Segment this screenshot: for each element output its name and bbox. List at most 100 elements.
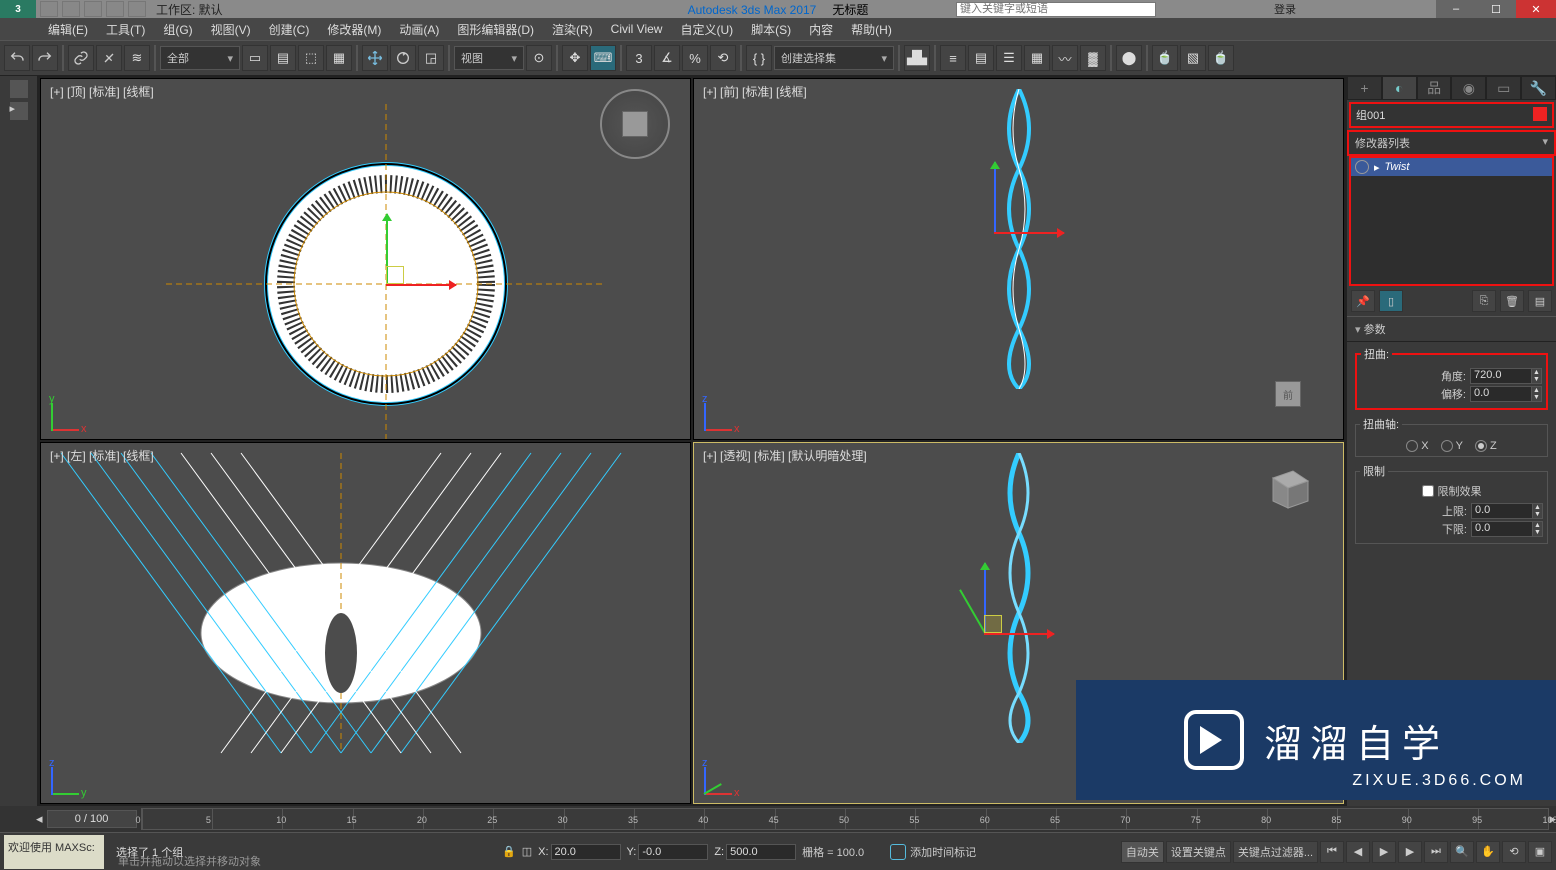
- menu-civilview[interactable]: Civil View: [603, 20, 671, 38]
- named-selection-dropdown[interactable]: 创建选择集: [774, 46, 894, 70]
- viewport-top[interactable]: [+] [顶] [标准] [线框] x y: [40, 78, 691, 440]
- viewport-left[interactable]: [+] [左] [标准] [线框]: [40, 442, 691, 804]
- selection-filter-dropdown[interactable]: 全部: [160, 46, 240, 70]
- move-button[interactable]: [362, 45, 388, 71]
- modifier-stack[interactable]: ▸ Twist: [1349, 156, 1554, 286]
- gizmo-plane[interactable]: [984, 615, 1002, 633]
- nav-orbit-button[interactable]: ⟲: [1502, 841, 1526, 863]
- key-filters-button[interactable]: 关键点过滤器...: [1233, 841, 1318, 863]
- auto-key-button[interactable]: 自动关: [1121, 841, 1164, 863]
- qa-new[interactable]: [40, 1, 58, 17]
- cp-tab-hierarchy[interactable]: 品: [1417, 76, 1452, 100]
- angle-spinner[interactable]: 720.0▲▼: [1470, 368, 1542, 384]
- ribbon-toggle-button[interactable]: ▦: [1024, 45, 1050, 71]
- viewport-front[interactable]: [+] [前] [标准] [线框] 前 x z: [693, 78, 1344, 440]
- maxscript-listener[interactable]: 欢迎使用 MAXSc:: [4, 835, 104, 869]
- select-by-name-button[interactable]: ▤: [270, 45, 296, 71]
- snap-toggle-button[interactable]: 3: [626, 45, 652, 71]
- axis-z-radio[interactable]: Z: [1475, 440, 1497, 452]
- redo-button[interactable]: [32, 45, 58, 71]
- expand-icon[interactable]: ▸: [1374, 161, 1380, 174]
- render-setup-button[interactable]: 🍵: [1152, 45, 1178, 71]
- gizmo-x-icon[interactable]: [984, 633, 1054, 635]
- rotate-button[interactable]: [390, 45, 416, 71]
- undo-button[interactable]: [4, 45, 30, 71]
- time-tag-icon[interactable]: [890, 844, 906, 860]
- nav-pan-button[interactable]: ✋: [1476, 841, 1500, 863]
- nav-maximize-button[interactable]: ▣: [1528, 841, 1552, 863]
- qa-redo[interactable]: [128, 1, 146, 17]
- spinner-snap-button[interactable]: ⟲: [710, 45, 736, 71]
- mirror-button[interactable]: ▟▙: [904, 45, 930, 71]
- goto-end-button[interactable]: ⏭: [1424, 841, 1448, 863]
- menu-customize[interactable]: 自定义(U): [672, 19, 741, 40]
- gizmo-x-icon[interactable]: [386, 284, 456, 286]
- pin-stack-button[interactable]: 📌: [1351, 290, 1375, 312]
- window-close[interactable]: ✕: [1516, 0, 1556, 18]
- login-link[interactable]: 登录: [1274, 1, 1296, 17]
- render-frame-window-button[interactable]: ▧: [1180, 45, 1206, 71]
- make-unique-button[interactable]: ⎘: [1472, 290, 1496, 312]
- viewcube-front[interactable]: 前: [1253, 359, 1323, 429]
- window-maximize[interactable]: ☐: [1476, 0, 1516, 18]
- coord-z-input[interactable]: 500.0: [726, 844, 796, 860]
- gizmo-y-icon[interactable]: [959, 589, 986, 633]
- scene-explorer-button[interactable]: ☰: [996, 45, 1022, 71]
- cp-tab-display[interactable]: ▭: [1486, 76, 1521, 100]
- cp-tab-create[interactable]: +: [1347, 76, 1382, 100]
- upper-spinner[interactable]: 0.0▲▼: [1471, 503, 1543, 519]
- remove-modifier-button[interactable]: 🗑: [1500, 290, 1524, 312]
- coord-x-input[interactable]: 20.0: [551, 844, 621, 860]
- cp-tab-motion[interactable]: ◉: [1451, 76, 1486, 100]
- modifier-twist-row[interactable]: ▸ Twist: [1351, 158, 1552, 176]
- select-object-button[interactable]: ▭: [242, 45, 268, 71]
- object-color-swatch[interactable]: [1533, 107, 1547, 121]
- play-button[interactable]: ▶: [1372, 841, 1396, 863]
- menu-animation[interactable]: 动画(A): [391, 19, 447, 40]
- select-manipulate-button[interactable]: ✥: [562, 45, 588, 71]
- bind-spacewarp-button[interactable]: ≋: [124, 45, 150, 71]
- scale-button[interactable]: ◲: [418, 45, 444, 71]
- coord-y-input[interactable]: -0.0: [638, 844, 708, 860]
- viewport-top-label[interactable]: [+] [顶] [标准] [线框]: [50, 83, 154, 100]
- ref-coord-dropdown[interactable]: 视图: [454, 46, 524, 70]
- axis-y-radio[interactable]: Y: [1441, 440, 1463, 452]
- qa-undo[interactable]: [106, 1, 124, 17]
- next-frame-button[interactable]: ▶: [1398, 841, 1422, 863]
- cp-tab-utilities[interactable]: 🔧: [1521, 76, 1556, 100]
- cp-tab-modify[interactable]: ◐: [1382, 76, 1417, 100]
- nav-zoom-button[interactable]: 🔍: [1450, 841, 1474, 863]
- selection-lock-icon[interactable]: 🔒: [502, 845, 516, 858]
- viewport-persp-label[interactable]: [+] [透视] [标准] [默认明暗处理]: [703, 447, 867, 464]
- link-button[interactable]: [68, 45, 94, 71]
- menu-grapheditors[interactable]: 图形编辑器(D): [449, 19, 542, 40]
- percent-snap-button[interactable]: %: [682, 45, 708, 71]
- limit-effect-checkbox[interactable]: [1422, 485, 1434, 497]
- prev-frame-button[interactable]: ◀: [1346, 841, 1370, 863]
- viewcube-persp[interactable]: [1253, 453, 1323, 523]
- material-editor-button[interactable]: ⬤: [1116, 45, 1142, 71]
- params-rollup-header[interactable]: 参数: [1347, 316, 1556, 342]
- select-region-rect-button[interactable]: ⬚: [298, 45, 324, 71]
- menu-views[interactable]: 视图(V): [203, 19, 259, 40]
- infocenter-search[interactable]: [956, 2, 1156, 17]
- pivot-center-button[interactable]: ⊙: [526, 45, 552, 71]
- se-toggle[interactable]: [10, 80, 28, 98]
- qa-open[interactable]: [62, 1, 80, 17]
- timeline[interactable]: ◂ 0 / 100 051015202530354045505560657075…: [0, 806, 1556, 832]
- gizmo-xy-plane[interactable]: [386, 266, 404, 284]
- qa-save[interactable]: [84, 1, 102, 17]
- menu-modifiers[interactable]: 修改器(M): [319, 19, 389, 40]
- align-button[interactable]: ≡: [940, 45, 966, 71]
- show-end-result-button[interactable]: ▯: [1379, 290, 1403, 312]
- unlink-button[interactable]: [96, 45, 122, 71]
- goto-start-button[interactable]: ⏮: [1320, 841, 1344, 863]
- dope-sheet-button[interactable]: ▓: [1080, 45, 1106, 71]
- named-sel-edit-button[interactable]: { }: [746, 45, 772, 71]
- render-production-button[interactable]: 🍵: [1208, 45, 1234, 71]
- keyboard-shortcut-override[interactable]: ⌨: [590, 45, 616, 71]
- window-crossing-button[interactable]: ▦: [326, 45, 352, 71]
- curve-editor-button[interactable]: 〰: [1052, 45, 1078, 71]
- menu-edit[interactable]: 编辑(E): [40, 19, 96, 40]
- lower-spinner[interactable]: 0.0▲▼: [1471, 521, 1543, 537]
